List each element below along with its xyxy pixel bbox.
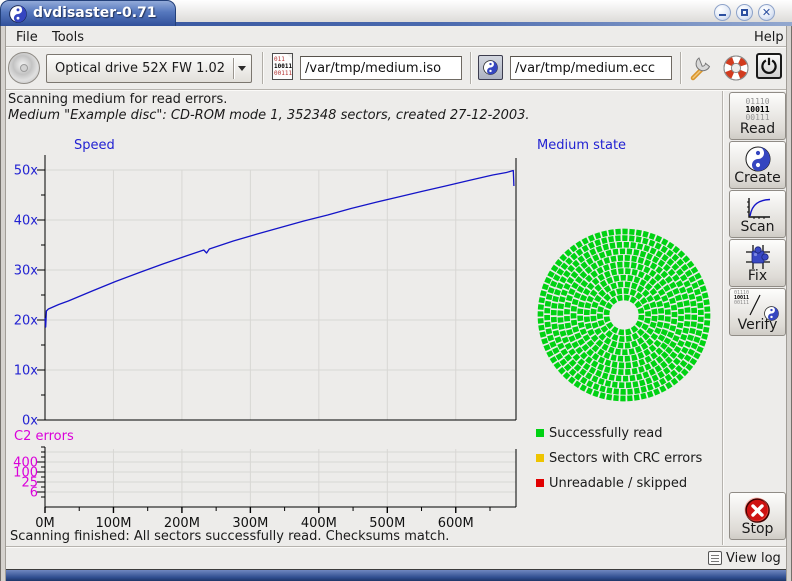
verify-button[interactable]: 01110 10011 00111 Verify [729, 288, 786, 336]
view-log-label: View log [726, 551, 781, 566]
create-yinyang-icon [745, 146, 771, 172]
drive-selector[interactable]: Optical drive 52X FW 1.02 [46, 54, 252, 83]
window-border-left [0, 26, 6, 581]
stop-button[interactable]: Stop [729, 492, 786, 540]
maximize-button[interactable] [736, 4, 753, 21]
menu-file[interactable]: File [10, 28, 44, 47]
ecc-file-icon [478, 55, 503, 80]
close-button[interactable]: ✕ [758, 4, 775, 21]
toolbar-separator [262, 52, 263, 84]
window-border-bottom[interactable] [0, 569, 792, 581]
stop-icon [744, 497, 771, 524]
verify-binary-icon: 01110 10011 00111 [734, 291, 749, 306]
svg-text:600M: 600M [438, 516, 474, 531]
create-button[interactable]: Create [729, 141, 786, 189]
window-border-right [786, 26, 792, 581]
fix-button[interactable]: Fix [729, 239, 786, 287]
help-lifebuoy-icon[interactable] [722, 54, 750, 82]
scan-button[interactable]: Scan [729, 190, 786, 238]
minimize-icon [719, 14, 726, 16]
power-icon [758, 55, 780, 77]
toolbar: Optical drive 52X FW 1.02 011 10011 0011… [6, 48, 786, 89]
menubar: File Tools Help [6, 27, 786, 47]
chevron-down-icon [238, 66, 246, 71]
svg-text:100M: 100M [95, 516, 131, 531]
svg-text:50x: 50x [14, 164, 39, 179]
svg-text:500M: 500M [369, 516, 405, 531]
svg-text:200M: 200M [164, 516, 200, 531]
statusbar-separator [6, 546, 786, 547]
view-log-toggle[interactable]: View log [708, 549, 781, 567]
menu-help[interactable]: Help [748, 28, 790, 47]
svg-text:400M: 400M [301, 516, 337, 531]
preferences-wrench-icon[interactable] [688, 54, 714, 82]
svg-text:0M: 0M [35, 516, 55, 531]
window-title: dvdisaster-0.71 [33, 5, 157, 21]
minimize-button[interactable] [714, 4, 731, 21]
read-binary-icon: 01110 10011 00111 [745, 98, 769, 122]
ecc-yinyang-icon [483, 60, 498, 75]
app-yinyang-icon [9, 5, 27, 23]
toolbar-separator [470, 52, 471, 84]
read-button[interactable]: 01110 10011 00111 Read [729, 92, 786, 140]
maximize-icon [741, 9, 748, 16]
ecc-path-input[interactable] [510, 56, 672, 80]
svg-text:10x: 10x [14, 364, 39, 379]
svg-text:0x: 0x [22, 414, 38, 429]
quit-power-button[interactable] [756, 53, 782, 79]
svg-text:6: 6 [30, 486, 38, 501]
svg-text:40x: 40x [14, 214, 39, 229]
scan-chart-icon [744, 195, 772, 221]
menu-tools[interactable]: Tools [46, 28, 90, 47]
drive-selector-value: Optical drive 52X FW 1.02 [47, 61, 233, 76]
verify-yinyang-icon [764, 306, 779, 321]
fix-puzzle-icon [744, 243, 772, 271]
toolbar-separator-line [6, 89, 786, 90]
titlebar-tab: dvdisaster-0.71 [0, 0, 176, 26]
titlebar[interactable]: dvdisaster-0.71 ✕ [0, 0, 792, 26]
svg-text:20x: 20x [14, 314, 39, 329]
cd-disc-icon [20, 64, 28, 72]
svg-text:300M: 300M [232, 516, 268, 531]
svg-text:30x: 30x [14, 264, 39, 279]
dvdisaster-window: 0x10x20x30x40x50x4001002560M100M200M300M… [0, 0, 792, 581]
sidebar-separator [722, 91, 723, 545]
iso-path-input[interactable] [300, 56, 462, 80]
view-log-icon [708, 551, 722, 565]
verify-slash-icon [748, 293, 762, 317]
drive-eject-button[interactable] [8, 52, 40, 84]
close-icon: ✕ [759, 6, 774, 19]
toolbar-separator [680, 52, 681, 84]
iso-file-icon: 011 10011 00111 [272, 53, 293, 80]
